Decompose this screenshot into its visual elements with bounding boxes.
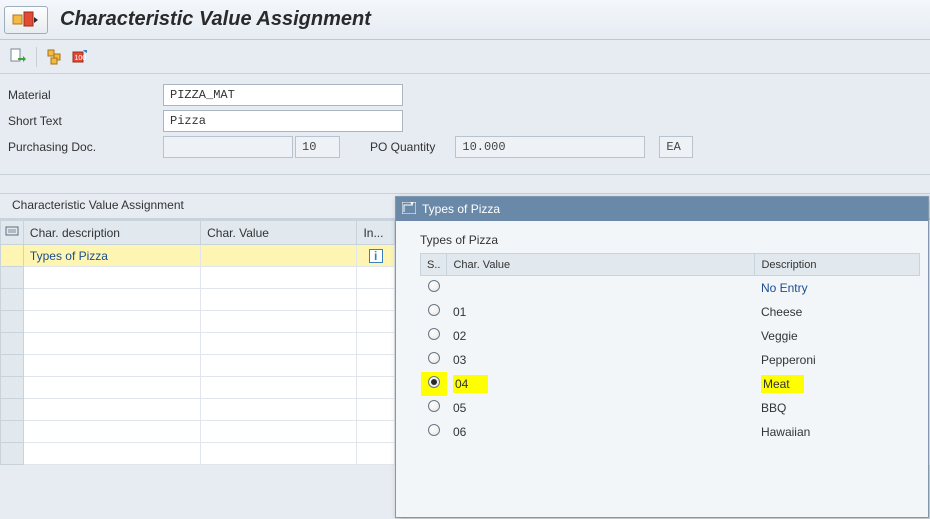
header-fields: Material PIZZA_MAT Short Text Pizza Purc… (0, 74, 930, 175)
table-row (1, 267, 395, 289)
char-description-cell[interactable]: Types of Pizza (23, 245, 200, 267)
popup-title: Types of Pizza (422, 202, 500, 216)
value-row[interactable]: 03Pepperoni (421, 348, 920, 372)
value-row[interactable]: 01Cheese (421, 300, 920, 324)
char-value-cell[interactable] (201, 245, 357, 267)
short-text-field[interactable]: Pizza (163, 110, 403, 132)
radio-button[interactable] (428, 424, 440, 436)
col-description[interactable]: Description (755, 254, 920, 276)
value-row[interactable]: No Entry (421, 276, 920, 300)
table-row (1, 399, 395, 421)
table-row (1, 421, 395, 443)
table-row[interactable]: Types of Pizza i (1, 245, 395, 267)
purchasing-doc-field (163, 136, 293, 158)
value-description: No Entry (755, 276, 920, 300)
select-all-icon[interactable] (1, 221, 24, 245)
table-row (1, 355, 395, 377)
title-config-button[interactable] (4, 6, 48, 34)
radio-button[interactable] (428, 280, 440, 292)
value-description: Cheese (755, 300, 920, 324)
po-quantity-field: 10.000 (455, 136, 645, 158)
char-value: 01 (447, 300, 755, 324)
value-table: S.. Char. Value Description No Entry01Ch… (420, 253, 920, 444)
col-info[interactable]: In... (357, 221, 395, 245)
row-header[interactable] (1, 245, 24, 267)
value-radio-cell[interactable] (421, 300, 447, 324)
value-row[interactable]: 04Meat (421, 372, 920, 396)
table-row (1, 377, 395, 399)
value-radio-cell[interactable] (421, 420, 447, 444)
char-value: 06 (447, 420, 755, 444)
col-char-description[interactable]: Char. description (23, 221, 200, 245)
po-quantity-label: PO Quantity (370, 140, 435, 154)
value-description: Pepperoni (755, 348, 920, 372)
po-quantity-unit: EA (659, 136, 693, 158)
char-value: 04 (447, 372, 755, 396)
material-label: Material (8, 88, 163, 102)
purchasing-doc-item-field: 10 (295, 136, 340, 158)
table-row (1, 443, 395, 465)
toolbar-separator (36, 47, 37, 67)
value-radio-cell[interactable] (421, 372, 447, 396)
value-row[interactable]: 02Veggie (421, 324, 920, 348)
value-row[interactable]: 05BBQ (421, 396, 920, 420)
value-description: Veggie (755, 324, 920, 348)
title-bar: Characteristic Value Assignment (0, 0, 930, 40)
value-radio-cell[interactable] (421, 348, 447, 372)
info-icon[interactable]: i (369, 249, 383, 263)
popup-subtitle: Types of Pizza (420, 233, 924, 247)
char-value: 02 (447, 324, 755, 348)
radio-button[interactable] (428, 400, 440, 412)
info-cell[interactable]: i (357, 245, 395, 267)
app-toolbar: 100 (0, 40, 930, 74)
svg-text:100: 100 (75, 55, 87, 62)
doc-arrow-icon[interactable] (8, 47, 28, 67)
radio-button[interactable] (428, 352, 440, 364)
table-row (1, 333, 395, 355)
copy-tree-icon[interactable] (45, 47, 65, 67)
short-text-label: Short Text (8, 114, 163, 128)
table-row (1, 289, 395, 311)
popup-window-icon (402, 202, 416, 217)
col-char-value-popup[interactable]: Char. Value (447, 254, 755, 276)
value-description: Hawaiian (755, 420, 920, 444)
value-row[interactable]: 06Hawaiian (421, 420, 920, 444)
value-description: Meat (755, 372, 920, 396)
char-value: 03 (447, 348, 755, 372)
value-description: BBQ (755, 396, 920, 420)
purchasing-doc-label: Purchasing Doc. (8, 140, 163, 154)
value-radio-cell[interactable] (421, 324, 447, 348)
char-value (447, 276, 755, 300)
char-table: Char. description Char. Value In... Type… (0, 220, 395, 465)
col-char-value[interactable]: Char. Value (201, 221, 357, 245)
radio-button[interactable] (428, 328, 440, 340)
char-value: 05 (447, 396, 755, 420)
material-field[interactable]: PIZZA_MAT (163, 84, 403, 106)
value-radio-cell[interactable] (421, 396, 447, 420)
col-select[interactable]: S.. (421, 254, 447, 276)
table-row (1, 311, 395, 333)
radio-button[interactable] (428, 376, 440, 388)
popup-titlebar[interactable]: Types of Pizza (396, 197, 928, 221)
config-icon (12, 11, 40, 29)
radio-button[interactable] (428, 304, 440, 316)
price-icon[interactable]: 100 (71, 47, 91, 67)
value-help-popup: Types of Pizza Types of Pizza S.. Char. … (395, 196, 929, 518)
page-title: Characteristic Value Assignment (60, 8, 371, 31)
value-radio-cell[interactable] (421, 276, 447, 300)
